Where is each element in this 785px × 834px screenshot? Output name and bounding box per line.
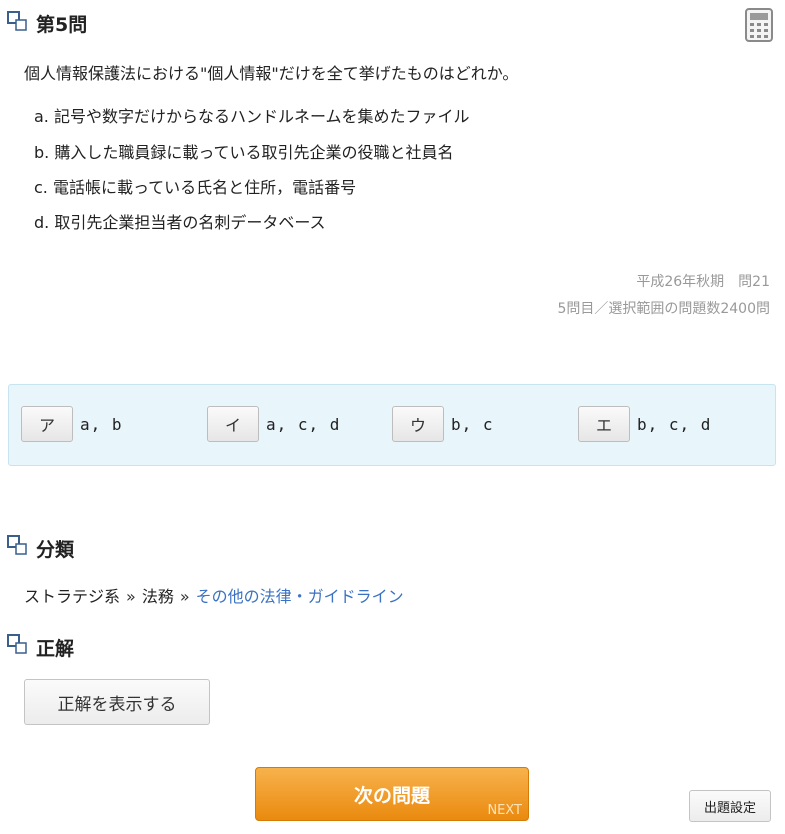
section-icon: [7, 634, 27, 654]
next-sub-label: NEXT: [487, 803, 522, 818]
breadcrumb: ストラテジ系 » 法務 » その他の法律・ガイドライン: [24, 583, 404, 607]
question-progress: 5問目／選択範囲の問題数2400問: [557, 301, 770, 317]
answer-i-text: a, c, d: [266, 414, 341, 434]
answer-a-text: a, b: [80, 414, 123, 434]
section-icon: [7, 535, 27, 555]
option-a: a. 記号や数字だけからなるハンドルネームを集めたファイル: [34, 107, 470, 126]
calculator-icon[interactable]: [745, 8, 773, 42]
settings-button[interactable]: 出題設定: [689, 790, 771, 822]
answer-item: ア a, b: [21, 404, 123, 444]
breadcrumb-item-link[interactable]: その他の法律・ガイドライン: [196, 587, 404, 606]
question-text: 個人情報保護法における"個人情報"だけを全て挙げたものはどれか。: [24, 64, 519, 83]
answer-item: ウ b, c: [392, 404, 494, 444]
answer-u-button[interactable]: ウ: [392, 406, 444, 442]
answer-u-text: b, c: [451, 414, 494, 434]
answer-i-button[interactable]: イ: [207, 406, 259, 442]
question-source: 平成26年秋期 問21: [636, 274, 770, 290]
next-question-button[interactable]: 次の問題 NEXT: [255, 767, 529, 821]
breadcrumb-item[interactable]: 法務: [142, 587, 174, 606]
answer-choices: ア a, b イ a, c, d ウ b, c エ b, c, d: [8, 384, 776, 466]
answer-item: イ a, c, d: [207, 404, 340, 444]
next-question-label: 次の問題: [353, 784, 430, 807]
option-c: c. 電話帳に載っている氏名と住所，電話番号: [34, 178, 357, 197]
answer-a-button[interactable]: ア: [21, 406, 73, 442]
answer-e-button[interactable]: エ: [578, 406, 630, 442]
breadcrumb-item[interactable]: ストラテジ系: [24, 587, 120, 606]
option-d: d. 取引先企業担当者の名刺データベース: [34, 213, 326, 232]
breadcrumb-separator: »: [126, 587, 136, 606]
show-answer-button[interactable]: 正解を表示する: [24, 679, 210, 725]
answer-item: エ b, c, d: [578, 404, 711, 444]
question-title: 第5問: [36, 14, 88, 36]
category-title: 分類: [36, 539, 75, 561]
option-b: b. 購入した職員録に載っている取引先企業の役職と社員名: [34, 143, 454, 162]
breadcrumb-separator: »: [179, 587, 190, 606]
correct-title: 正解: [36, 638, 75, 660]
section-icon: [7, 11, 27, 31]
answer-e-text: b, c, d: [637, 414, 712, 434]
